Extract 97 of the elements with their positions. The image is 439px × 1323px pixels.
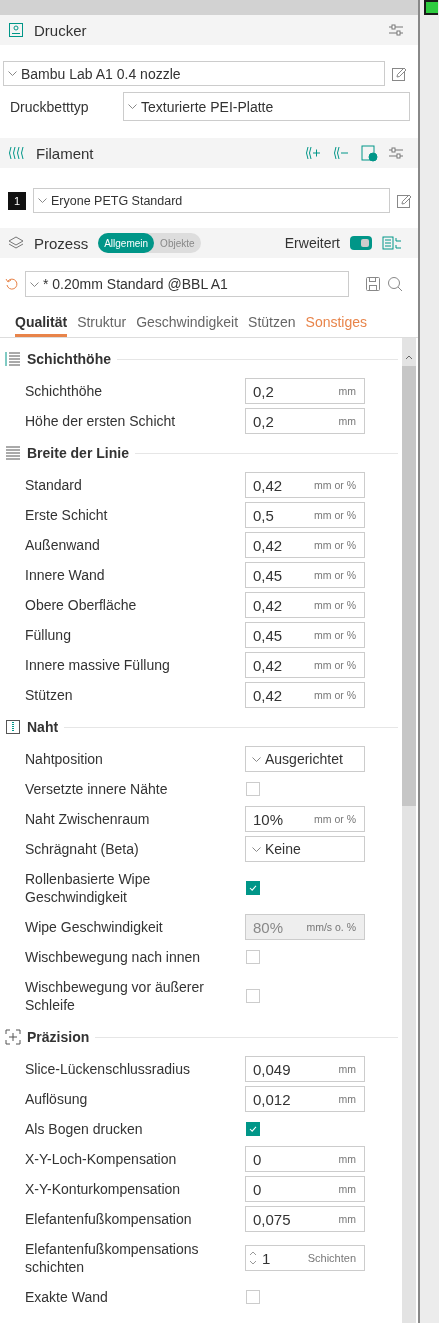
chevron-icon: [8, 71, 17, 76]
group-title: Naht: [27, 719, 59, 735]
value-field[interactable]: 0,2 mm: [245, 408, 365, 434]
checkbox[interactable]: [246, 782, 260, 796]
panel-title: Prozess: [34, 234, 89, 252]
filament-dropdown[interactable]: Eryone PETG Standard: [33, 188, 390, 213]
filament-icon: [8, 145, 26, 161]
advanced-toggle[interactable]: [350, 236, 372, 250]
option-label: Erste Schicht: [25, 506, 109, 524]
checkbox[interactable]: [246, 881, 260, 895]
option-label: Als Bogen drucken: [25, 1120, 144, 1138]
chevron-icon: [128, 104, 137, 109]
option-label: Außenwand: [25, 536, 101, 554]
option-label: Slice-Lückenschlussradius: [25, 1060, 191, 1078]
panel-title: Drucker: [34, 21, 87, 39]
option-label: Versetzte innere Nähte: [25, 780, 169, 798]
value-field[interactable]: 0,42 mm or %: [245, 592, 365, 618]
value-field[interactable]: 0 mm: [245, 1176, 365, 1202]
bed-type-label: Druckbetttyp: [10, 98, 90, 115]
group-title: Schichthöhe: [27, 351, 111, 367]
printer-icon: [8, 22, 24, 38]
filament-number: 1: [8, 191, 26, 210]
option-label: Wipe Geschwindigkeit: [25, 918, 164, 936]
status-icon: [424, 0, 438, 15]
value-field[interactable]: 0,012 mm: [245, 1086, 365, 1112]
value-field[interactable]: 0,45 mm or %: [245, 562, 365, 588]
option-label: Stützen: [25, 686, 74, 704]
value-field[interactable]: 0,42 mm or %: [245, 652, 365, 678]
option-label: Innere massive Füllung: [25, 656, 171, 674]
value-field[interactable]: 0,049 mm: [245, 1056, 365, 1082]
value-field[interactable]: 0,2 mm: [245, 378, 365, 404]
value-field[interactable]: 10% mm or %: [245, 806, 365, 832]
option-label: Füllung: [25, 626, 72, 644]
option-label: Wischbewegung nach innen: [25, 948, 202, 966]
chevron-icon: [30, 281, 39, 287]
mode-tab[interactable]: Allgemein: [98, 233, 155, 253]
option-label: Standard: [25, 476, 83, 494]
option-label: Elefantenfußkompensations schichten: [25, 1240, 200, 1276]
chevron-icon: [252, 756, 261, 762]
option-label: Schrägnaht (Beta): [25, 840, 140, 858]
value-field[interactable]: 0,45 mm or %: [245, 622, 365, 648]
settings-tab[interactable]: Stützen: [248, 309, 296, 337]
option-dropdown[interactable]: Ausgerichtet: [245, 746, 365, 772]
bed-type-dropdown[interactable]: Texturierte PEI-Platte: [123, 92, 410, 121]
group-title: Präzision: [27, 1029, 90, 1045]
value-field[interactable]: 0,42 mm or %: [245, 532, 365, 558]
option-label: X-Y-Konturkompensation: [25, 1180, 182, 1198]
option-label: Auflösung: [25, 1090, 89, 1108]
add-filament-icon[interactable]: [304, 145, 322, 161]
sync-icon[interactable]: [360, 144, 378, 162]
panel-title: Filament: [36, 144, 94, 162]
layers-icon: [8, 235, 24, 251]
reset-icon[interactable]: [5, 277, 19, 291]
settings-tab[interactable]: Geschwindigkeit: [136, 309, 239, 337]
value-field[interactable]: 0,5 mm or %: [245, 502, 365, 528]
option-label: Schichthöhe: [25, 382, 104, 400]
checkbox[interactable]: [246, 989, 260, 1003]
settings-tab[interactable]: Struktur: [77, 309, 127, 337]
save-icon[interactable]: [365, 276, 381, 292]
option-label: Exakte Wand: [25, 1288, 109, 1306]
layer-height-icon: [5, 351, 21, 367]
value-field[interactable]: 0,42 mm or %: [245, 682, 365, 708]
scrollbar[interactable]: [402, 338, 416, 1323]
option-label: Nahtposition: [25, 750, 104, 768]
printer-dropdown[interactable]: Bambu Lab A1 0.4 nozzle: [3, 61, 385, 86]
group-title: Breite der Linie: [27, 445, 129, 461]
chevron-icon: [38, 198, 47, 203]
value-field[interactable]: 0 mm: [245, 1146, 365, 1172]
checkbox[interactable]: [246, 1122, 260, 1136]
process-preset-dropdown[interactable]: * 0.20mm Standard @BBL A1: [25, 271, 349, 297]
seam-icon: [5, 719, 21, 735]
settings-icon[interactable]: [388, 145, 404, 161]
option-dropdown[interactable]: Keine: [245, 836, 365, 862]
value-field[interactable]: 0,42 mm or %: [245, 472, 365, 498]
search-icon[interactable]: [387, 276, 403, 292]
settings-icon[interactable]: [388, 22, 404, 38]
option-label: Wischbewegung vor äußerer Schleife: [25, 978, 205, 1014]
option-label: Obere Oberfläche: [25, 596, 138, 614]
edit-icon[interactable]: [396, 192, 412, 209]
advanced-label: Erweitert: [284, 235, 340, 251]
line-width-icon: [5, 445, 21, 461]
option-label: Naht Zwischenraum: [25, 810, 151, 828]
option-label: Innere Wand: [25, 566, 106, 584]
option-label: X-Y-Loch-Kompensation: [25, 1150, 178, 1168]
remove-filament-icon[interactable]: [332, 145, 350, 161]
option-label: Höhe der ersten Schicht: [25, 412, 177, 430]
option-label: Rollenbasierte Wipe Geschwindigkeit: [25, 870, 152, 906]
edit-icon[interactable]: [391, 65, 407, 82]
checkbox[interactable]: [246, 1290, 260, 1304]
option-label: Elefantenfußkompensation: [25, 1210, 193, 1228]
chevron-icon: [252, 846, 261, 852]
value-field[interactable]: 0,075 mm: [245, 1206, 365, 1232]
spin-field[interactable]: 1 Schichten: [245, 1245, 365, 1271]
compare-icon[interactable]: [382, 235, 404, 251]
checkbox[interactable]: [246, 950, 260, 964]
settings-tab[interactable]: Qualität: [15, 309, 68, 337]
precision-icon: [5, 1029, 21, 1045]
